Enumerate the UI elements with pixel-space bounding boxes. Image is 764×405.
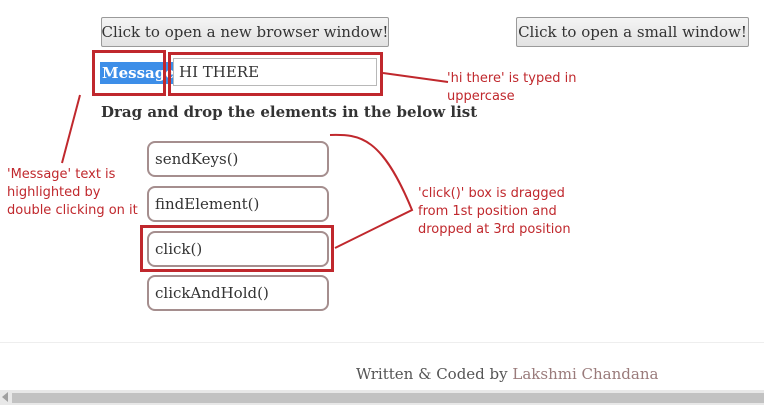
input-annotation: 'hi there' is typed in uppercase bbox=[447, 70, 576, 106]
footer-author: Lakshmi Chandana bbox=[512, 365, 659, 383]
input-annotation-line: 'hi there' is typed in bbox=[447, 71, 577, 86]
message-note-line bbox=[61, 94, 81, 164]
drag-note-line bbox=[329, 133, 414, 249]
message-annotation-line: double clicking on it bbox=[7, 203, 138, 218]
scroll-left-arrow-icon[interactable] bbox=[2, 392, 8, 402]
drag-annotation: 'click()' box is dragged from 1st positi… bbox=[418, 185, 571, 239]
message-annotation-line: 'Message' text is bbox=[7, 167, 116, 182]
message-annotation: 'Message' text is highlighted by double … bbox=[7, 166, 138, 220]
input-annotation-line: uppercase bbox=[447, 89, 515, 104]
footer-prefix: Written & Coded by bbox=[356, 365, 513, 383]
footer-credit: Written & Coded by Lakshmi Chandana bbox=[356, 365, 658, 383]
footer-divider bbox=[0, 342, 764, 343]
input-note-line bbox=[382, 72, 449, 83]
message-annotation-line: highlighted by bbox=[7, 185, 101, 200]
drag-annotation-line: from 1st position and bbox=[418, 204, 557, 219]
drag-annotation-line: 'click()' box is dragged bbox=[418, 186, 565, 201]
drag-annotation-line: dropped at 3rd position bbox=[418, 222, 571, 237]
scrollbar-thumb[interactable] bbox=[12, 393, 764, 403]
